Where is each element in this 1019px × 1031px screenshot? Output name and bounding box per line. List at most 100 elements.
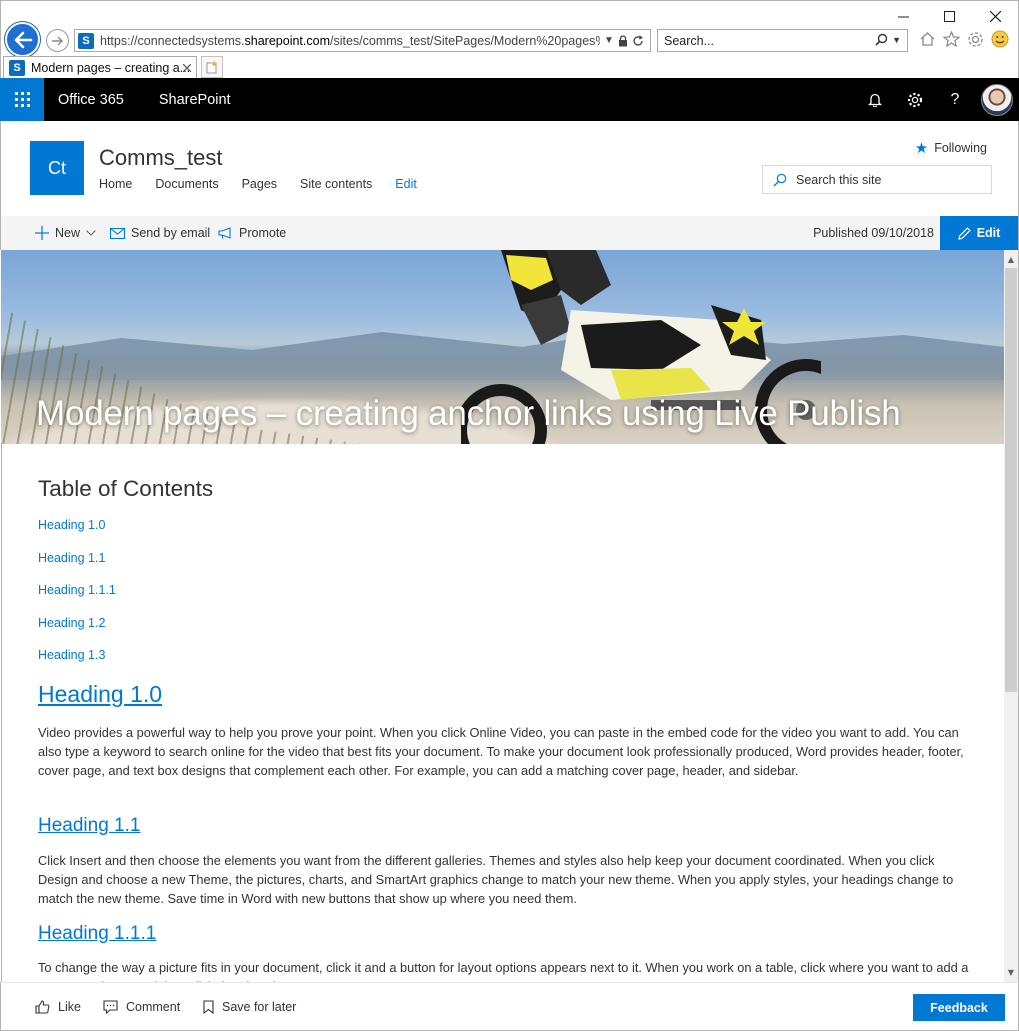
gear-icon bbox=[907, 92, 923, 107]
thumbs-up-icon bbox=[35, 1000, 50, 1014]
site-logo[interactable]: Ct bbox=[30, 141, 84, 195]
new-label: New bbox=[55, 226, 81, 240]
site-header: Ct Comms_test Home Documents Pages Site … bbox=[0, 121, 1019, 216]
toc-link-heading-1-3[interactable]: Heading 1.3 bbox=[38, 648, 105, 662]
close-window-button[interactable] bbox=[972, 1, 1018, 31]
app-launcher-button[interactable] bbox=[0, 78, 44, 121]
new-tab-button[interactable] bbox=[201, 56, 223, 78]
like-button[interactable]: Like bbox=[35, 983, 81, 1031]
new-tab-icon bbox=[206, 60, 217, 74]
mail-icon bbox=[110, 227, 125, 239]
suite-divider bbox=[140, 78, 142, 121]
minimize-button[interactable] bbox=[880, 1, 926, 31]
comment-button[interactable]: Comment bbox=[103, 983, 180, 1031]
close-icon bbox=[989, 10, 1001, 22]
window-controls bbox=[880, 1, 1018, 31]
nav-item-home[interactable]: Home bbox=[99, 177, 132, 191]
help-icon: ? bbox=[950, 90, 960, 108]
nav-item-documents[interactable]: Documents bbox=[155, 177, 218, 191]
browser-tab-active[interactable]: S Modern pages – creating a... bbox=[3, 56, 197, 79]
browser-search-input[interactable]: Search... ▼ bbox=[657, 29, 908, 52]
like-label: Like bbox=[58, 1000, 81, 1014]
office365-suite-bar: Office 365 SharePoint ? bbox=[0, 78, 1019, 121]
dropdown-arrow-icon[interactable]: ▼ bbox=[604, 35, 614, 46]
site-search-input[interactable]: Search this site bbox=[762, 165, 992, 194]
comment-label: Comment bbox=[126, 1000, 181, 1014]
edit-label: Edit bbox=[976, 226, 1001, 240]
maximize-icon bbox=[943, 10, 955, 22]
section-text-1-1-1: To change the way a picture fits in your… bbox=[38, 960, 969, 982]
scroll-down-arrow-icon[interactable]: ▼ bbox=[1004, 965, 1018, 980]
browser-search-placeholder: Search... bbox=[664, 33, 715, 48]
published-date: Published 09/10/2018 bbox=[813, 226, 934, 240]
url-domain: sharepoint.com bbox=[244, 33, 330, 48]
megaphone-icon bbox=[218, 227, 231, 239]
sharepoint-favicon-icon: S bbox=[9, 60, 25, 76]
toc-link-heading-1-2[interactable]: Heading 1.2 bbox=[38, 616, 105, 630]
comment-icon bbox=[103, 1000, 118, 1014]
address-bar[interactable]: S https://connectedsystems.sharepoint.co… bbox=[74, 29, 651, 52]
back-button[interactable] bbox=[5, 22, 40, 57]
section-text-1-1: Click Insert and then choose the element… bbox=[38, 853, 954, 906]
tools-gear-icon[interactable] bbox=[967, 31, 984, 48]
promote-label: Promote bbox=[239, 226, 287, 240]
sharepoint-app-link[interactable]: SharePoint bbox=[159, 92, 231, 108]
refresh-icon[interactable] bbox=[632, 34, 644, 47]
nav-item-edit[interactable]: Edit bbox=[395, 177, 417, 191]
chevron-down-icon bbox=[86, 230, 96, 236]
section-text-1-0: Video provides a powerful way to help yo… bbox=[38, 725, 964, 778]
section-heading-1-0[interactable]: Heading 1.0 bbox=[38, 681, 162, 708]
section-heading-1-1[interactable]: Heading 1.1 bbox=[38, 815, 140, 837]
toc-link-heading-1-1[interactable]: Heading 1.1 bbox=[38, 551, 105, 565]
following-button[interactable]: ★ Following bbox=[915, 139, 987, 157]
hero-banner: Modern pages – creating anchor links usi… bbox=[1, 250, 1004, 444]
browser-chrome: S https://connectedsystems.sharepoint.co… bbox=[0, 0, 1019, 79]
sharepoint-favicon-icon: S bbox=[78, 32, 94, 49]
bookmark-icon bbox=[203, 1000, 214, 1014]
scroll-thumb[interactable] bbox=[1005, 268, 1017, 692]
page-content: Table of Contents Heading 1.0 Heading 1.… bbox=[1, 444, 1004, 982]
url-path: /sites/comms_test/SitePages/Modern%20pag… bbox=[329, 33, 600, 48]
save-for-later-button[interactable]: Save for later bbox=[203, 983, 296, 1031]
save-for-later-label: Save for later bbox=[222, 1000, 297, 1014]
tab-close-icon[interactable] bbox=[182, 61, 192, 75]
feedback-button[interactable]: Feedback bbox=[913, 994, 1005, 1021]
user-avatar[interactable] bbox=[981, 83, 1013, 116]
site-search-placeholder: Search this site bbox=[796, 172, 882, 187]
notifications-button[interactable] bbox=[855, 78, 895, 121]
nav-item-site-contents[interactable]: Site contents bbox=[300, 177, 372, 191]
maximize-button[interactable] bbox=[926, 1, 972, 31]
search-icon[interactable] bbox=[875, 33, 888, 46]
edit-page-button[interactable]: Edit bbox=[940, 216, 1018, 250]
pencil-icon bbox=[957, 226, 971, 240]
page-command-bar: New Send by email Promote Published 09/1… bbox=[0, 216, 1019, 250]
help-button[interactable]: ? bbox=[935, 78, 975, 121]
arrow-right-icon bbox=[52, 36, 63, 45]
url-text[interactable]: https://connectedsystems.sharepoint.com/… bbox=[100, 34, 600, 48]
toc-title: Table of Contents bbox=[38, 476, 214, 501]
nav-item-pages[interactable]: Pages bbox=[242, 177, 277, 191]
new-button[interactable]: New bbox=[35, 216, 96, 250]
promote-button[interactable]: Promote bbox=[218, 216, 286, 250]
smiley-feedback-icon[interactable] bbox=[991, 30, 1009, 48]
send-by-email-button[interactable]: Send by email bbox=[110, 216, 210, 250]
toc-link-heading-1-0[interactable]: Heading 1.0 bbox=[38, 518, 105, 532]
favorites-star-icon[interactable] bbox=[943, 31, 960, 47]
plus-icon bbox=[35, 226, 49, 240]
forward-button[interactable] bbox=[46, 29, 69, 52]
settings-button[interactable] bbox=[895, 78, 935, 121]
lock-icon[interactable] bbox=[618, 34, 628, 47]
site-navigation: Home Documents Pages Site contents Edit bbox=[99, 177, 440, 191]
minimize-icon bbox=[897, 16, 909, 17]
search-dropdown-icon[interactable]: ▼ bbox=[892, 35, 901, 45]
section-heading-1-1-1[interactable]: Heading 1.1.1 bbox=[38, 923, 156, 945]
scroll-up-arrow-icon[interactable]: ▲ bbox=[1004, 252, 1018, 267]
site-title[interactable]: Comms_test bbox=[99, 145, 222, 171]
page-title: Modern pages – creating anchor links usi… bbox=[36, 394, 901, 433]
office365-link[interactable]: Office 365 bbox=[58, 92, 124, 108]
url-prefix: https://connectedsystems. bbox=[100, 33, 245, 48]
page-scrollbar[interactable]: ▲ ▼ bbox=[1004, 250, 1019, 982]
star-filled-icon: ★ bbox=[914, 139, 929, 157]
toc-link-heading-1-1-1[interactable]: Heading 1.1.1 bbox=[38, 583, 116, 597]
home-icon[interactable] bbox=[919, 31, 936, 47]
